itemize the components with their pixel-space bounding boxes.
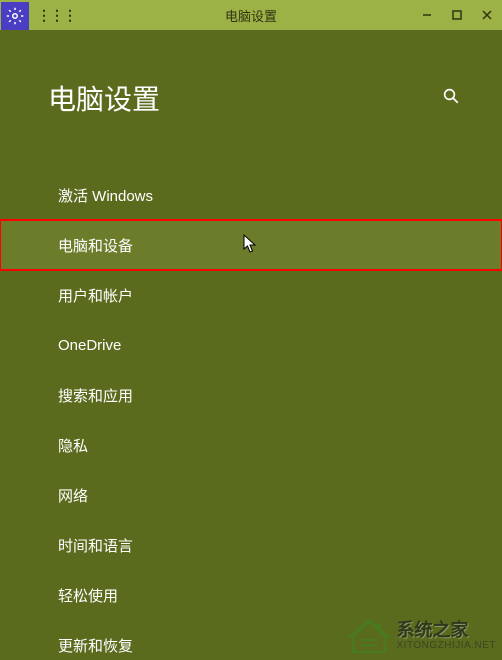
watermark-house-icon xyxy=(347,618,391,654)
watermark-text: 系统之家 XITONGZHIJIA.NET xyxy=(397,621,497,652)
window-title: 电脑设置 xyxy=(225,6,277,25)
watermark-url: XITONGZHIJIA.NET xyxy=(397,640,497,651)
menu-item-ease-of-access[interactable]: 轻松使用 xyxy=(0,570,502,620)
menu-item-pc-and-devices[interactable]: 电脑和设备 xyxy=(0,220,502,270)
menu-item-privacy[interactable]: 隐私 xyxy=(0,420,502,470)
menu-item-label: 轻松使用 xyxy=(58,585,118,606)
menu-item-time-language[interactable]: 时间和语言 xyxy=(0,520,502,570)
content-area: 电脑设置 激活 Windows 电脑和设备 用户和帐户 OneDrive 搜索和… xyxy=(0,30,502,660)
menu-item-network[interactable]: 网络 xyxy=(0,470,502,520)
settings-menu: 激活 Windows 电脑和设备 用户和帐户 OneDrive 搜索和应用 隐私… xyxy=(0,170,502,660)
titlebar: ⋮⋮⋮ 电脑设置 xyxy=(0,0,502,30)
menu-dots-icon[interactable]: ⋮⋮⋮ xyxy=(37,7,76,24)
maximize-button[interactable] xyxy=(442,0,472,30)
watermark-title: 系统之家 xyxy=(397,621,497,641)
page-title: 电脑设置 xyxy=(48,78,442,118)
search-icon[interactable] xyxy=(442,87,460,110)
menu-item-label: 激活 Windows xyxy=(58,185,153,206)
menu-item-label: 搜索和应用 xyxy=(58,385,133,406)
watermark: 系统之家 XITONGZHIJIA.NET xyxy=(347,618,497,654)
page-header: 电脑设置 xyxy=(0,30,502,118)
window-controls xyxy=(412,0,502,30)
menu-item-users-accounts[interactable]: 用户和帐户 xyxy=(0,270,502,320)
cursor-icon xyxy=(243,234,259,254)
menu-item-label: 电脑和设备 xyxy=(58,235,133,256)
menu-item-onedrive[interactable]: OneDrive xyxy=(0,320,502,370)
menu-item-label: 时间和语言 xyxy=(58,535,133,556)
menu-item-activate-windows[interactable]: 激活 Windows xyxy=(0,170,502,220)
menu-item-label: OneDrive xyxy=(58,337,121,354)
menu-item-label: 网络 xyxy=(58,485,88,506)
close-button[interactable] xyxy=(472,0,502,30)
minimize-button[interactable] xyxy=(412,0,442,30)
app-icon[interactable] xyxy=(1,2,29,30)
menu-item-search-apps[interactable]: 搜索和应用 xyxy=(0,370,502,420)
menu-item-label: 更新和恢复 xyxy=(58,635,133,656)
menu-item-label: 隐私 xyxy=(58,435,88,456)
menu-item-label: 用户和帐户 xyxy=(58,285,133,306)
